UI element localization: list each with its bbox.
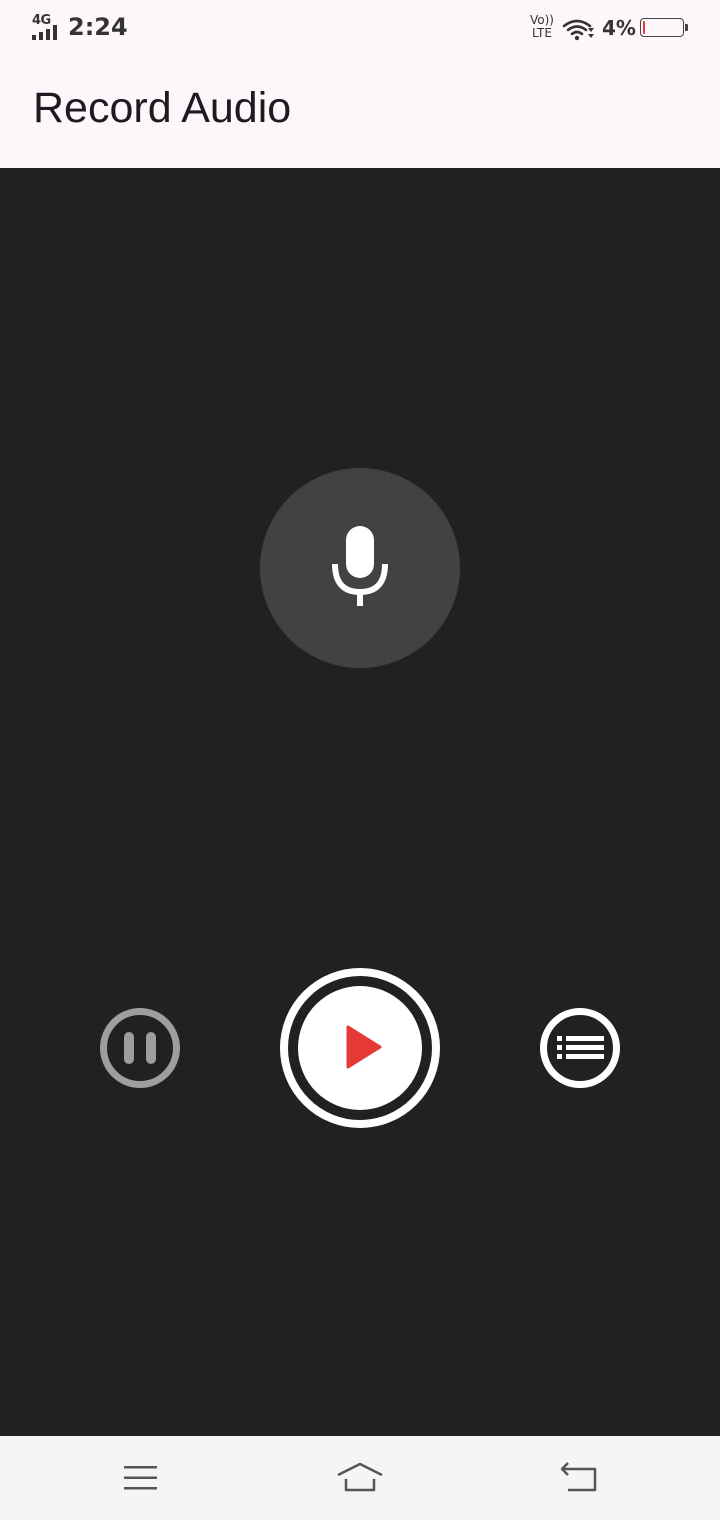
- battery-percent: 4%: [602, 16, 636, 40]
- recorder-panel: [0, 168, 720, 1436]
- battery-icon: [640, 18, 688, 37]
- battery-level: [643, 21, 646, 34]
- list-icon: [557, 1036, 604, 1059]
- menu-icon: [124, 1466, 157, 1490]
- nav-home-button[interactable]: [336, 1454, 384, 1502]
- microphone-indicator: [260, 468, 460, 668]
- volte-icon: Vo)) LTE: [527, 14, 557, 40]
- status-bar: 4G 2:24 Vo)) LTE 4%: [0, 0, 720, 58]
- recordings-list-button[interactable]: [540, 1008, 620, 1088]
- wifi-icon: [562, 19, 594, 41]
- play-button[interactable]: [280, 968, 440, 1128]
- lte-label: LTE: [532, 26, 552, 40]
- play-button-face: [298, 986, 422, 1110]
- page-title: Record Audio: [33, 84, 292, 132]
- pause-icon: [124, 1032, 134, 1064]
- top-area: 4G 2:24 Vo)) LTE 4% Record Audio: [0, 0, 720, 168]
- back-icon: [560, 1462, 597, 1492]
- pause-button[interactable]: [100, 1008, 180, 1088]
- nav-back-button[interactable]: [556, 1454, 604, 1502]
- pause-icon-bar: [146, 1032, 156, 1064]
- navigation-bar: [0, 1436, 720, 1520]
- home-icon: [337, 1462, 383, 1492]
- microphone-icon: [332, 526, 388, 606]
- status-time: 2:24: [68, 13, 128, 41]
- nav-menu-button[interactable]: [116, 1454, 164, 1502]
- play-icon: [346, 1025, 382, 1069]
- signal-strength-icon: [32, 24, 62, 40]
